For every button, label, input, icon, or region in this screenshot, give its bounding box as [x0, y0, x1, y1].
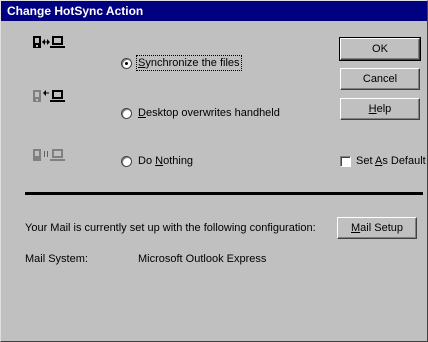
- mail-config-text: Your Mail is currently set up with the f…: [25, 222, 316, 234]
- radio-label: Desktop overwrites handheld: [138, 107, 280, 119]
- mail-setup-button[interactable]: Mail Setup: [337, 217, 417, 239]
- set-as-default-checkbox[interactable]: Set As Default: [340, 155, 426, 167]
- change-hotsync-action-dialog: Change HotSync Action Synchronize the fi…: [0, 0, 428, 342]
- radio-desktop-overwrites[interactable]: Desktop overwrites handheld: [121, 107, 280, 119]
- mail-system-label: Mail System:: [25, 253, 88, 265]
- window-title: Change HotSync Action: [7, 4, 144, 18]
- do-nothing-icon: [33, 149, 65, 161]
- radio-synchronize[interactable]: Synchronize the files: [121, 55, 242, 71]
- checkbox-box[interactable]: [340, 155, 351, 167]
- cancel-button[interactable]: Cancel: [340, 68, 420, 90]
- ok-button[interactable]: OK: [339, 37, 421, 61]
- radio-button[interactable]: [121, 57, 132, 69]
- radio-button[interactable]: [121, 155, 132, 167]
- radio-do-nothing[interactable]: Do Nothing: [121, 155, 193, 167]
- checkbox-label: Set As Default: [356, 155, 426, 167]
- desktop-to-handheld-icon: [33, 90, 65, 102]
- sync-both-icon: [33, 36, 65, 48]
- mail-system-value: Microsoft Outlook Express: [138, 253, 267, 265]
- radio-button[interactable]: [121, 107, 132, 119]
- title-bar: Change HotSync Action: [1, 1, 427, 21]
- help-button[interactable]: Help: [340, 98, 420, 120]
- radio-label: Synchronize the files: [136, 55, 242, 71]
- section-divider: [25, 192, 423, 195]
- radio-label: Do Nothing: [138, 155, 194, 167]
